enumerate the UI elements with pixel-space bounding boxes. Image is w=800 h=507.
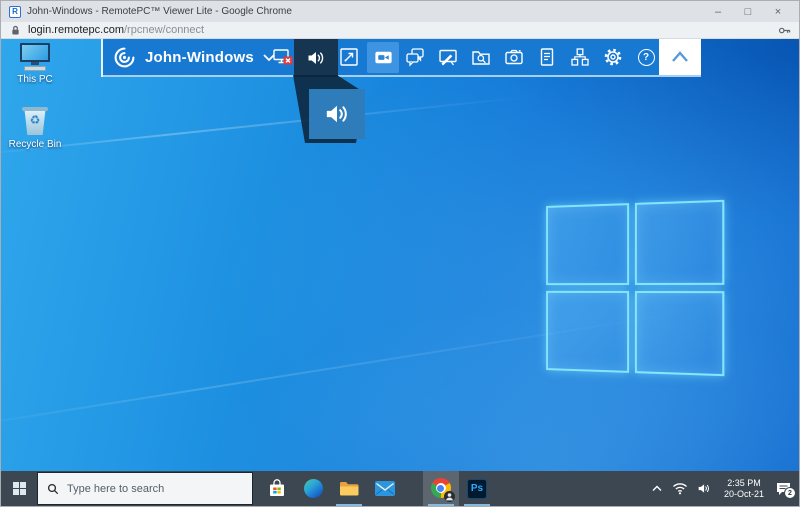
chat-icon xyxy=(404,46,426,68)
remote-desktop[interactable]: This PC ♻ Recycle Bin xyxy=(1,39,799,471)
maximize-button[interactable]: □ xyxy=(733,2,763,22)
this-pc-icon xyxy=(18,43,52,71)
volume-icon[interactable] xyxy=(697,482,712,495)
tray-chevron-up-icon[interactable] xyxy=(651,484,663,493)
tray-time: 2:35 PM xyxy=(721,478,767,489)
running-indicator xyxy=(336,504,362,506)
annotate-button[interactable] xyxy=(431,39,465,75)
file-explorer-icon xyxy=(339,481,359,497)
taskbar-app-chrome[interactable] xyxy=(423,471,459,506)
search-placeholder: Type here to search xyxy=(67,483,164,495)
taskbar-search[interactable]: Type here to search xyxy=(37,472,253,505)
help-icon: ? xyxy=(638,49,655,66)
wallpaper-light-ray xyxy=(1,96,530,157)
action-center-button[interactable]: 2 xyxy=(776,482,791,495)
system-tray: 2:35 PM 20-Oct-21 2 xyxy=(651,471,799,506)
desktop-icon-label: Recycle Bin xyxy=(9,139,62,150)
photoshop-icon: Ps xyxy=(467,479,487,499)
mail-icon xyxy=(375,481,395,496)
browser-titlebar: R John-Windows - RemotePC™ Viewer Lite -… xyxy=(1,1,799,22)
close-button[interactable]: × xyxy=(763,2,793,22)
minimize-button[interactable]: – xyxy=(703,2,733,22)
wifi-icon[interactable] xyxy=(672,482,688,495)
notes-button[interactable] xyxy=(530,39,564,75)
screenshot-button[interactable] xyxy=(497,39,531,75)
url-bar[interactable]: login.remotepc.com/rpcnew/connect xyxy=(1,22,799,39)
taskbar-app-edge[interactable] xyxy=(295,471,331,506)
lock-icon xyxy=(11,25,20,36)
url-host: login.remotepc.com xyxy=(28,24,124,36)
file-search-button[interactable] xyxy=(464,39,498,75)
taskbar-spacer xyxy=(403,471,423,506)
desktop-icon-recycle-bin[interactable]: ♻ Recycle Bin xyxy=(4,106,66,150)
video-record-icon xyxy=(373,47,394,68)
sound-popup-button[interactable] xyxy=(309,89,365,139)
logo-pane xyxy=(546,291,629,373)
chrome-window: R John-Windows - RemotePC™ Viewer Lite -… xyxy=(0,0,800,507)
recycle-bin-icon: ♻ xyxy=(22,106,48,136)
switch-computer-button[interactable] xyxy=(563,39,597,75)
document-icon xyxy=(536,46,558,68)
running-indicator xyxy=(428,504,454,506)
notification-count-badge: 2 xyxy=(785,488,795,498)
help-button[interactable]: ? xyxy=(629,39,663,75)
folder-search-icon xyxy=(470,46,492,68)
password-key-icon[interactable] xyxy=(778,25,791,36)
desktop-icon-label: This PC xyxy=(17,74,53,85)
collapse-toolbar-button[interactable] xyxy=(659,39,701,75)
taskbar-app-photoshop[interactable]: Ps xyxy=(459,471,495,506)
windows-wallpaper-logo xyxy=(546,200,724,376)
tray-date: 20-Oct-21 xyxy=(721,489,767,500)
speaker-icon xyxy=(305,48,327,68)
taskbar-app-store[interactable] xyxy=(259,471,295,506)
computers-hierarchy-icon xyxy=(569,46,591,68)
gear-icon xyxy=(602,46,624,68)
start-button[interactable] xyxy=(1,471,37,506)
edge-icon xyxy=(304,479,323,498)
settings-button[interactable] xyxy=(596,39,630,75)
disconnect-monitor-icon xyxy=(272,46,294,68)
remotepc-toolbar: John-Windows xyxy=(101,39,701,77)
logo-pane xyxy=(546,203,629,285)
remotepc-logo-icon xyxy=(113,46,136,69)
chevron-up-icon xyxy=(669,49,691,65)
remote-user-badge xyxy=(444,491,455,502)
camera-icon xyxy=(503,46,525,68)
whiteboard-pen-icon xyxy=(437,46,459,68)
search-icon xyxy=(47,483,59,495)
address-text[interactable]: login.remotepc.com/rpcnew/connect xyxy=(28,24,204,36)
window-title: John-Windows - RemotePC™ Viewer Lite - G… xyxy=(27,6,703,17)
taskbar-app-mail[interactable] xyxy=(367,471,403,506)
windows-start-icon xyxy=(13,482,26,495)
expand-icon xyxy=(338,46,360,68)
speaker-icon xyxy=(323,101,351,127)
tray-clock[interactable]: 2:35 PM 20-Oct-21 xyxy=(721,478,767,499)
sound-toolbar-button[interactable] xyxy=(294,39,338,77)
remote-computer-name: John-Windows xyxy=(145,49,254,66)
microsoft-store-icon xyxy=(268,479,286,498)
taskbar-app-file-explorer[interactable] xyxy=(331,471,367,506)
video-record-button[interactable] xyxy=(367,42,399,73)
logo-pane xyxy=(635,291,724,376)
chat-button[interactable] xyxy=(398,39,432,75)
toolbar-underline xyxy=(103,75,701,77)
logo-pane xyxy=(635,200,724,285)
url-path: /rpcnew/connect xyxy=(124,24,204,36)
remote-taskbar: Type here to search xyxy=(1,471,799,506)
remotepc-favicon: R xyxy=(9,6,21,18)
running-indicator xyxy=(464,504,490,506)
desktop-icon-this-pc[interactable]: This PC xyxy=(4,43,66,85)
